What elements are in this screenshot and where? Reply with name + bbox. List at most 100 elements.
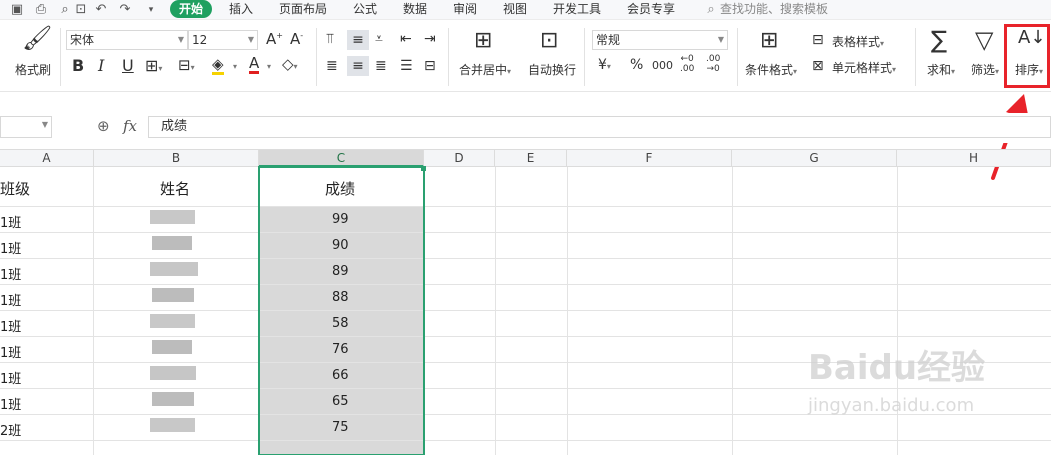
tab-developer[interactable]: 开发工具 xyxy=(553,0,601,18)
underline-button[interactable]: U xyxy=(122,58,134,74)
tab-member[interactable]: 会员专享 xyxy=(627,0,675,18)
column-header-e[interactable]: E xyxy=(495,150,567,167)
fx-icon[interactable]: fx xyxy=(123,119,137,134)
align-top-icon[interactable]: ⫪ xyxy=(326,32,334,46)
export-icon[interactable]: ⊡ xyxy=(72,1,90,19)
tab-formulas[interactable]: 公式 xyxy=(353,0,377,18)
percent-button[interactable]: % xyxy=(630,58,643,72)
chevron-down-icon[interactable]: ▾ xyxy=(267,62,271,71)
undo-icon[interactable]: ↶ xyxy=(92,1,110,19)
justify-icon[interactable]: ☰ xyxy=(400,59,413,73)
name-box[interactable]: ▼ xyxy=(0,116,52,138)
chevron-down-icon[interactable]: ▾ xyxy=(233,62,237,71)
table-style-label[interactable]: 表格样式▾ xyxy=(832,33,884,50)
save-icon[interactable]: ▣ xyxy=(8,1,26,19)
align-center-icon[interactable]: ≡ xyxy=(347,56,369,76)
merge-center-icon[interactable]: ⊞ xyxy=(474,30,492,52)
clear-format-icon[interactable]: ◇▾ xyxy=(282,57,298,72)
format-painter-icon[interactable]: 🖌 xyxy=(22,26,52,50)
decrease-indent-icon[interactable]: ⇤ xyxy=(400,32,412,46)
class-cell[interactable]: 1班 xyxy=(0,342,21,361)
filter-text: 筛选 xyxy=(971,63,996,77)
column-header-h[interactable]: H xyxy=(897,150,1051,167)
italic-button[interactable]: I xyxy=(98,58,104,74)
wrap-text-icon[interactable]: ⊡ xyxy=(540,30,558,52)
number-format-select[interactable]: 常规 ▼ xyxy=(592,30,728,50)
font-color-icon[interactable]: A xyxy=(249,56,260,74)
class-cell[interactable]: 1班 xyxy=(0,394,21,413)
align-right-icon[interactable]: ≣ xyxy=(375,59,387,73)
decrease-decimal-icon[interactable]: .00 →0 xyxy=(706,54,720,75)
thousands-button[interactable]: 000 xyxy=(652,60,673,71)
column-header-c[interactable]: C xyxy=(259,150,424,167)
menu-bar: ▣ ⎙ ⌕ ⊡ ↶ ↷ ▾ 开始 插入 页面布局 公式 数据 审阅 视图 开发工… xyxy=(0,0,1051,20)
format-painter-label[interactable]: 格式刷 xyxy=(15,61,51,78)
column-header-b[interactable]: B xyxy=(94,150,259,167)
merge-center-text: 合并居中 xyxy=(459,63,508,77)
decrease-font-icon[interactable]: A- xyxy=(290,32,303,47)
class-cell[interactable]: 2班 xyxy=(0,420,21,439)
header-class[interactable]: 班级 xyxy=(0,178,30,199)
align-left-icon[interactable]: ≣ xyxy=(326,59,338,73)
bold-button[interactable]: B xyxy=(72,58,84,74)
header-name[interactable]: 姓名 xyxy=(160,178,190,199)
increase-decimal-icon[interactable]: ←0.00 xyxy=(680,54,694,75)
print-icon[interactable]: ⎙ xyxy=(32,1,50,19)
column-header-bar: A B C D E F G H xyxy=(0,149,1051,167)
class-cell[interactable]: 1班 xyxy=(0,368,21,387)
divider xyxy=(316,28,317,86)
filter-icon[interactable]: ▽ xyxy=(975,28,993,52)
redo-icon[interactable]: ↷ xyxy=(116,1,134,19)
column-header-a[interactable]: A xyxy=(0,150,94,167)
fill-style-icon[interactable]: ⊟▾ xyxy=(178,58,195,73)
class-cell[interactable]: 1班 xyxy=(0,316,21,335)
search-icon[interactable]: ⌕ xyxy=(702,1,720,19)
distributed-icon[interactable]: ⊟ xyxy=(424,59,436,73)
cell-style-label[interactable]: 单元格样式▾ xyxy=(832,59,896,76)
conditional-format-icon[interactable]: ⊞ xyxy=(760,30,778,52)
merge-center-label[interactable]: 合并居中▾ xyxy=(459,61,511,78)
zoom-icon[interactable]: ⊕ xyxy=(97,119,110,134)
table-style-text: 表格样式 xyxy=(832,35,881,49)
sum-button[interactable]: 求和▾ xyxy=(927,61,955,78)
fill-handle[interactable] xyxy=(421,166,426,171)
divider xyxy=(448,28,449,86)
increase-indent-icon[interactable]: ⇥ xyxy=(424,32,436,46)
column-header-g[interactable]: G xyxy=(732,150,897,167)
tab-review[interactable]: 审阅 xyxy=(453,0,477,18)
formula-input[interactable]: 成绩 xyxy=(148,116,1051,138)
filter-button[interactable]: 筛选▾ xyxy=(971,61,999,78)
tab-page-layout[interactable]: 页面布局 xyxy=(279,0,327,18)
fill-color-icon[interactable]: ◈ xyxy=(212,57,224,75)
wrap-text-button[interactable]: 自动换行 xyxy=(528,61,576,78)
class-cell[interactable]: 1班 xyxy=(0,238,21,257)
font-name-value: 宋体 xyxy=(70,33,95,47)
more-icon[interactable]: ▾ xyxy=(142,1,160,19)
cell-style-icon[interactable]: ⊠ xyxy=(812,59,824,73)
chevron-down-icon: ▼ xyxy=(41,120,48,129)
tab-view[interactable]: 视图 xyxy=(503,0,527,18)
table-style-icon[interactable]: ⊟ xyxy=(812,33,824,47)
column-header-f[interactable]: F xyxy=(567,150,732,167)
tab-data[interactable]: 数据 xyxy=(403,0,427,18)
border-icon[interactable]: ⊞▾ xyxy=(145,58,162,74)
align-bottom-icon[interactable]: ⩡ xyxy=(375,32,383,46)
sum-icon[interactable]: ∑ xyxy=(931,28,947,52)
currency-symbol: ¥ xyxy=(598,57,607,73)
font-size-value: 12 xyxy=(192,33,208,47)
search-input[interactable]: 查找功能、搜索模板 xyxy=(720,0,828,18)
increase-font-icon[interactable]: A+ xyxy=(266,32,283,47)
align-middle-icon[interactable]: ≡ xyxy=(347,30,369,50)
tab-insert[interactable]: 插入 xyxy=(229,0,253,18)
formula-bar: ▼ ⊕ fx 成绩 xyxy=(0,113,1051,143)
column-header-d[interactable]: D xyxy=(424,150,495,167)
class-cell[interactable]: 1班 xyxy=(0,264,21,283)
font-size-select[interactable]: 12 ▼ xyxy=(188,30,258,50)
currency-button[interactable]: ¥▾ xyxy=(598,58,611,72)
gridline xyxy=(0,336,1051,337)
font-name-select[interactable]: 宋体 ▼ xyxy=(66,30,188,50)
tab-home[interactable]: 开始 xyxy=(170,0,213,18)
class-cell[interactable]: 1班 xyxy=(0,290,21,309)
conditional-format-label[interactable]: 条件格式▾ xyxy=(745,61,797,78)
class-cell[interactable]: 1班 xyxy=(0,212,21,231)
